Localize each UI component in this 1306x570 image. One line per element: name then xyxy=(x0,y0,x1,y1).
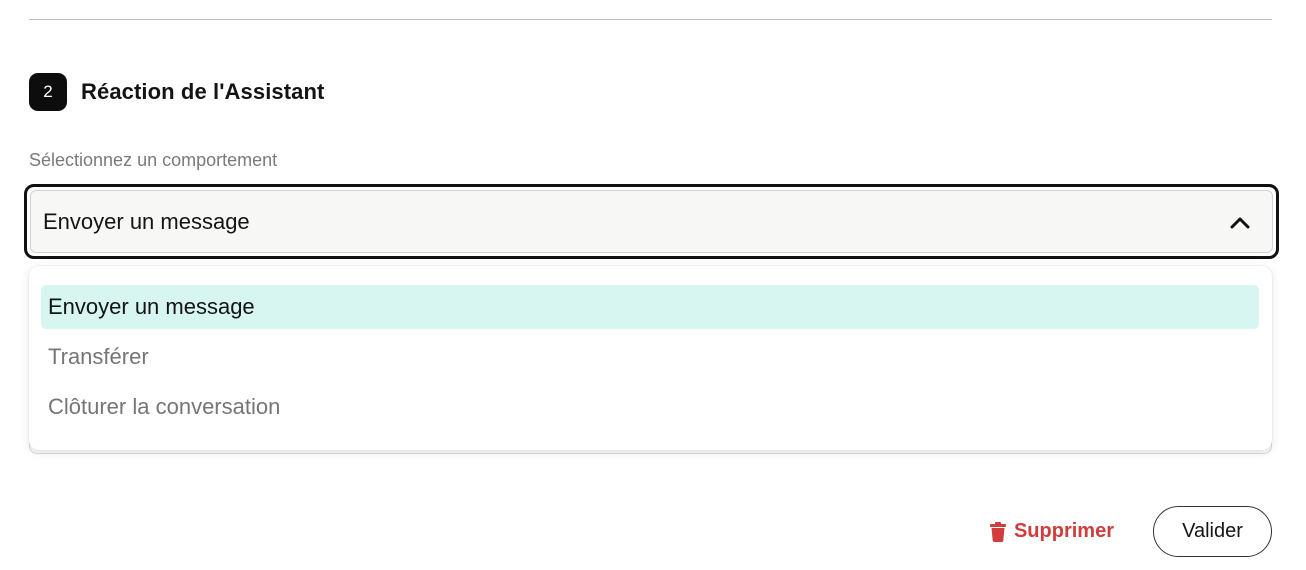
footer-actions: Supprimer Valider xyxy=(989,506,1272,557)
chevron-up-icon[interactable] xyxy=(1229,215,1251,229)
step-number-badge: 2 xyxy=(29,73,67,111)
section-divider xyxy=(29,19,1272,20)
validate-button[interactable]: Valider xyxy=(1153,506,1272,557)
trash-icon xyxy=(989,521,1006,542)
dropdown-option-send-message[interactable]: Envoyer un message xyxy=(41,285,1259,329)
behavior-select-value: Envoyer un message xyxy=(43,208,250,234)
behavior-dropdown-menu: Envoyer un message Transférer Clôturer l… xyxy=(29,266,1272,450)
behavior-select-control[interactable]: Envoyer un message xyxy=(30,190,1273,253)
behavior-field-label: Sélectionnez un comportement xyxy=(29,150,278,170)
delete-button-label: Supprimer xyxy=(1013,520,1114,542)
delete-button[interactable]: Supprimer xyxy=(989,520,1114,543)
dropdown-option-transfer[interactable]: Transférer xyxy=(41,335,1259,379)
behavior-config-panel: 2 Réaction de l'Assistant Sélectionnez u… xyxy=(0,0,1306,570)
step-title: Réaction de l'Assistant xyxy=(81,79,325,104)
behavior-select[interactable]: Envoyer un message xyxy=(24,184,1279,259)
step-header: 2 Réaction de l'Assistant xyxy=(29,73,324,111)
dropdown-option-close-conversation[interactable]: Clôturer la conversation xyxy=(41,385,1259,429)
